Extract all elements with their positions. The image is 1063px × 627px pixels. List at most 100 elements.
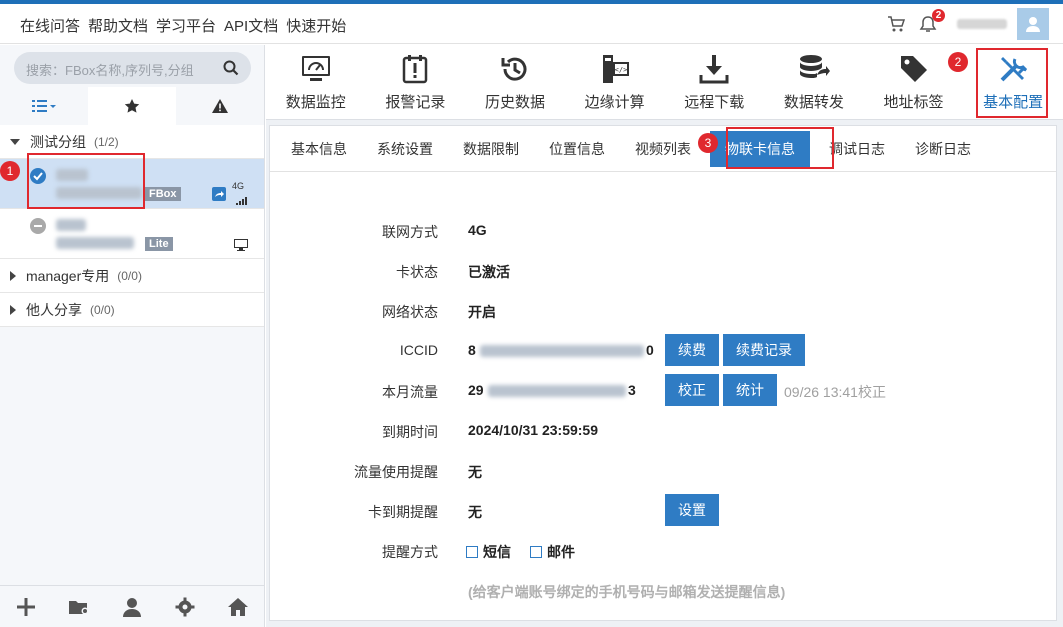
group-name: 他人分享: [26, 301, 82, 318]
tab-data-limit[interactable]: 数据限制: [448, 126, 534, 172]
expire-label: 到期时间: [382, 424, 438, 440]
group-row[interactable]: manager专用 (0/0): [0, 259, 264, 293]
traffic-value: 29: [468, 382, 484, 398]
search-icon[interactable]: [223, 60, 239, 79]
checkbox-icon[interactable]: [466, 546, 478, 558]
tag-icon: [900, 56, 927, 82]
top-right-area: 2: [887, 4, 1063, 44]
download-icon: [699, 55, 729, 84]
bell-icon[interactable]: 2: [919, 9, 945, 33]
row-remind-method: 提醒方式 短信 邮件: [270, 535, 1058, 565]
sidebar: 搜索：FBox名称,序列号,分组 测试分组 (1/2) FBox 4G Lite…: [0, 45, 265, 627]
tool-edge-compute[interactable]: </> 边缘计算: [565, 45, 665, 120]
tab-location[interactable]: 位置信息: [534, 126, 620, 172]
device-name-blurred: [56, 219, 86, 231]
group-count: (1/2): [94, 134, 119, 149]
search-input[interactable]: 搜索：FBox名称,序列号,分组: [26, 60, 194, 79]
top-nav: 在线问答 帮助文档 学习平台 API文档 快速开始: [20, 15, 346, 36]
folder-gear-icon: [69, 600, 89, 614]
iccid-blurred: [480, 345, 644, 357]
tab-video-list[interactable]: 视频列表: [620, 126, 706, 172]
cart-icon[interactable]: [887, 15, 906, 33]
settings-button[interactable]: [158, 586, 211, 627]
group-name: manager专用: [26, 267, 110, 284]
email-checkbox[interactable]: 邮件: [530, 542, 575, 562]
tab-system-settings[interactable]: 系统设置: [362, 126, 448, 172]
avatar[interactable]: [1017, 8, 1049, 40]
checkbox-icon[interactable]: [530, 546, 542, 558]
chevron-right-icon[interactable]: [10, 270, 16, 281]
star-icon: [124, 99, 140, 113]
device-serial-blurred: [56, 237, 134, 249]
network-label: 联网方式: [382, 224, 438, 240]
chevron-down-icon[interactable]: [10, 138, 20, 145]
net-status-value: 开启: [468, 304, 496, 320]
top-bar: 在线问答 帮助文档 学习平台 API文档 快速开始 2: [0, 4, 1063, 44]
add-button[interactable]: [0, 586, 53, 627]
iccid-suffix: 0: [646, 342, 654, 358]
tab-favorites[interactable]: [88, 87, 176, 125]
traffic-label: 本月流量: [382, 384, 438, 400]
function-toolbar: 数据监控 报警记录 历史数据 </> 边缘计算 远程下载 数据转发 地址标签 基…: [266, 45, 1063, 120]
plus-icon: [17, 597, 36, 616]
chevron-right-icon[interactable]: [10, 304, 16, 315]
highlight-box-device: [27, 153, 145, 209]
net-status-label: 网络状态: [382, 304, 438, 320]
step-badge-3: 3: [698, 133, 718, 153]
group-row[interactable]: 他人分享 (0/0): [0, 293, 264, 327]
tab-diagnostic-log[interactable]: 诊断日志: [900, 126, 986, 172]
home-button[interactable]: [211, 586, 264, 627]
network-value: 4G: [468, 222, 487, 238]
stats-button[interactable]: 统计: [723, 374, 777, 406]
expire-alert-label: 卡到期提醒: [368, 504, 438, 520]
alarm-icon: [403, 55, 428, 84]
row-card-status: 卡状态 已激活: [270, 255, 1058, 285]
row-expire-alert: 卡到期提醒 无 设置: [270, 494, 1058, 526]
row-traffic-alert: 流量使用提醒 无: [270, 455, 1058, 485]
folder-settings-button[interactable]: [53, 586, 106, 627]
list-icon: [32, 100, 56, 112]
tab-basic-info[interactable]: 基本信息: [276, 126, 362, 172]
card-status-label: 卡状态: [396, 264, 438, 280]
nav-quick-start[interactable]: 快速开始: [286, 15, 346, 36]
highlight-box-config: [976, 48, 1048, 118]
sms-checkbox[interactable]: 短信: [466, 542, 511, 562]
group-name: 测试分组: [30, 133, 86, 150]
row-net-status: 网络状态 开启: [270, 295, 1058, 325]
tab-list[interactable]: [0, 87, 88, 125]
renew-record-button[interactable]: 续费记录: [723, 334, 805, 366]
card-status-value: 已激活: [468, 264, 510, 280]
settings-button[interactable]: 设置: [665, 494, 719, 526]
step-badge-2: 2: [948, 52, 968, 72]
row-traffic: 本月流量 29 3 校正 统计 09/26 13:41校正: [270, 374, 1058, 406]
nav-learning[interactable]: 学习平台: [156, 15, 216, 36]
sms-label: 短信: [483, 544, 511, 560]
nav-online-qa[interactable]: 在线问答: [20, 15, 80, 36]
edge-compute-icon: </>: [602, 55, 629, 83]
gear-icon: [175, 597, 195, 616]
renew-button[interactable]: 续费: [665, 334, 719, 366]
tool-alarm-records[interactable]: 报警记录: [366, 45, 466, 120]
tab-alarms[interactable]: [176, 87, 264, 125]
monitor-icon: [301, 56, 330, 81]
tool-data-forward[interactable]: 数据转发: [764, 45, 864, 120]
row-network: 联网方式 4G: [270, 215, 1058, 245]
device-type-badge: Lite: [145, 237, 173, 251]
user-button[interactable]: [106, 586, 159, 627]
calibrate-button[interactable]: 校正: [665, 374, 719, 406]
row-iccid: ICCID 8 0 续费 续费记录: [270, 334, 1058, 366]
monitor-small-icon: [234, 238, 248, 254]
device-item[interactable]: Lite: [0, 209, 264, 259]
offline-icon: [30, 218, 46, 234]
warning-icon: [212, 99, 228, 113]
nav-help-docs[interactable]: 帮助文档: [88, 15, 148, 36]
username-blurred[interactable]: [957, 19, 1007, 29]
tool-data-monitor[interactable]: 数据监控: [266, 45, 366, 120]
share-icon[interactable]: [212, 187, 226, 204]
search-box[interactable]: 搜索：FBox名称,序列号,分组: [14, 52, 251, 84]
tool-remote-download[interactable]: 远程下载: [665, 45, 765, 120]
nav-api-docs[interactable]: API文档: [224, 15, 278, 36]
tool-history-data[interactable]: 历史数据: [465, 45, 565, 120]
notification-badge: 2: [932, 9, 945, 22]
expire-alert-value: 无: [468, 504, 482, 520]
